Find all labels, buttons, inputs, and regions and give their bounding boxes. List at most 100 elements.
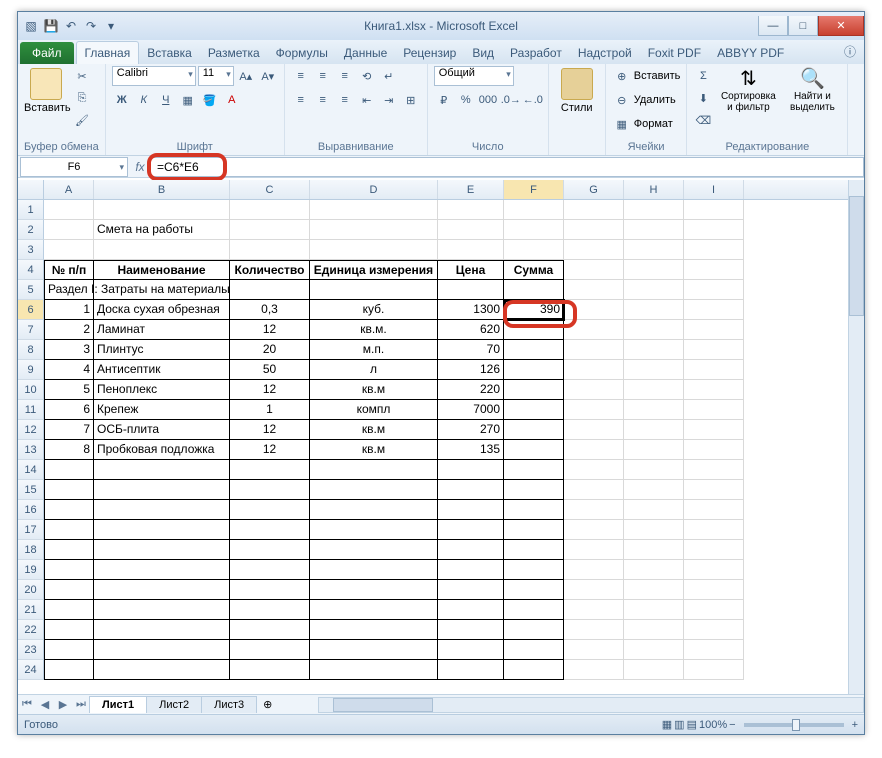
tab-first-icon[interactable]: ⏮ — [18, 698, 36, 711]
increase-font-icon[interactable]: A▴ — [236, 66, 256, 86]
row-header[interactable]: 24 — [18, 660, 44, 680]
cell[interactable] — [504, 460, 564, 480]
cell[interactable] — [44, 200, 94, 220]
col-header[interactable]: D — [310, 180, 438, 199]
underline-icon[interactable]: Ч — [156, 90, 176, 110]
cell[interactable] — [310, 580, 438, 600]
cell[interactable] — [564, 340, 624, 360]
orientation-icon[interactable]: ⟲ — [357, 66, 377, 86]
cell[interactable]: Наименование — [94, 260, 230, 280]
bold-icon[interactable]: Ж — [112, 90, 132, 110]
cell[interactable]: 2 — [44, 320, 94, 340]
cell[interactable] — [310, 200, 438, 220]
tab-file[interactable]: Файл — [20, 42, 74, 64]
fill-color-icon[interactable]: 🪣 — [200, 90, 220, 110]
cell[interactable]: Единица измерения — [310, 260, 438, 280]
worksheet-grid[interactable]: A B C D E F G H I 12Смета на работы34№ п… — [18, 180, 864, 694]
cell[interactable] — [504, 540, 564, 560]
cell[interactable] — [564, 320, 624, 340]
cell[interactable] — [624, 240, 684, 260]
tab-insert[interactable]: Вставка — [139, 42, 200, 64]
cell[interactable]: 1300 — [438, 300, 504, 320]
decrease-font-icon[interactable]: A▾ — [258, 66, 278, 86]
cell[interactable]: 50 — [230, 360, 310, 380]
cell[interactable]: 270 — [438, 420, 504, 440]
cell[interactable] — [310, 220, 438, 240]
row-header[interactable]: 9 — [18, 360, 44, 380]
cell[interactable] — [230, 460, 310, 480]
cell[interactable]: кв.м — [310, 440, 438, 460]
cell[interactable] — [310, 500, 438, 520]
cell[interactable] — [94, 200, 230, 220]
cell[interactable] — [624, 200, 684, 220]
cell[interactable] — [94, 560, 230, 580]
tab-developer[interactable]: Разработ — [502, 42, 570, 64]
cell[interactable]: кв.м — [310, 420, 438, 440]
cell[interactable] — [230, 560, 310, 580]
cell[interactable] — [504, 560, 564, 580]
tab-prev-icon[interactable]: ◀ — [36, 698, 54, 711]
cell[interactable] — [230, 580, 310, 600]
tab-view[interactable]: Вид — [464, 42, 502, 64]
cell[interactable] — [230, 600, 310, 620]
align-middle-icon[interactable]: ≡ — [313, 66, 333, 86]
row-header[interactable]: 5 — [18, 280, 44, 300]
cell[interactable] — [310, 460, 438, 480]
cell[interactable]: 620 — [438, 320, 504, 340]
zoom-thumb[interactable] — [792, 719, 800, 731]
increase-decimal-icon[interactable]: .0→ — [500, 90, 520, 110]
cell[interactable] — [230, 280, 310, 300]
cell[interactable] — [684, 660, 744, 680]
cell[interactable] — [504, 320, 564, 340]
cell[interactable] — [684, 400, 744, 420]
cell[interactable] — [564, 540, 624, 560]
cell[interactable] — [564, 480, 624, 500]
border-icon[interactable]: ▦ — [178, 90, 198, 110]
cell[interactable]: м.п. — [310, 340, 438, 360]
comma-icon[interactable]: 000 — [478, 90, 498, 110]
cell[interactable] — [624, 440, 684, 460]
cell[interactable] — [504, 240, 564, 260]
save-icon[interactable]: 💾 — [42, 17, 60, 35]
cell[interactable] — [684, 340, 744, 360]
clear-icon[interactable]: ⌫ — [693, 110, 713, 130]
row-header[interactable]: 16 — [18, 500, 44, 520]
cell[interactable] — [44, 480, 94, 500]
cell[interactable]: Пеноплекс — [94, 380, 230, 400]
cell[interactable] — [44, 620, 94, 640]
cell[interactable]: Сумма — [504, 260, 564, 280]
cell[interactable] — [624, 620, 684, 640]
cell[interactable] — [44, 560, 94, 580]
cell[interactable] — [438, 480, 504, 500]
find-select-button[interactable]: 🔍 Найти и выделить — [783, 66, 841, 113]
cell[interactable] — [94, 240, 230, 260]
cell[interactable]: 12 — [230, 320, 310, 340]
sort-filter-button[interactable]: ⇅ Сортировка и фильтр — [717, 66, 779, 113]
row-header[interactable]: 23 — [18, 640, 44, 660]
cell[interactable] — [684, 200, 744, 220]
cell[interactable]: 6 — [44, 400, 94, 420]
cell[interactable] — [438, 460, 504, 480]
cell[interactable] — [94, 460, 230, 480]
col-header[interactable]: G — [564, 180, 624, 199]
cell[interactable] — [504, 580, 564, 600]
view-pagelayout-icon[interactable]: ▥ — [674, 718, 684, 731]
cell[interactable]: 135 — [438, 440, 504, 460]
cell[interactable] — [564, 500, 624, 520]
format-label[interactable]: Формат — [634, 118, 673, 130]
cell[interactable]: № п/п — [44, 260, 94, 280]
cell[interactable]: компл — [310, 400, 438, 420]
delete-cells-icon[interactable]: ⊖ — [612, 90, 632, 110]
cell[interactable] — [44, 220, 94, 240]
cell[interactable]: 126 — [438, 360, 504, 380]
font-color-icon[interactable]: A — [222, 90, 242, 110]
cell[interactable]: 0,3 — [230, 300, 310, 320]
view-pagebreak-icon[interactable]: ▤ — [687, 718, 697, 731]
cell[interactable] — [310, 540, 438, 560]
number-format-combo[interactable]: Общий — [434, 66, 514, 86]
zoom-in-icon[interactable]: + — [852, 719, 858, 731]
cell[interactable] — [684, 620, 744, 640]
cell[interactable]: 390 — [504, 300, 564, 320]
cell[interactable] — [310, 660, 438, 680]
row-header[interactable]: 20 — [18, 580, 44, 600]
